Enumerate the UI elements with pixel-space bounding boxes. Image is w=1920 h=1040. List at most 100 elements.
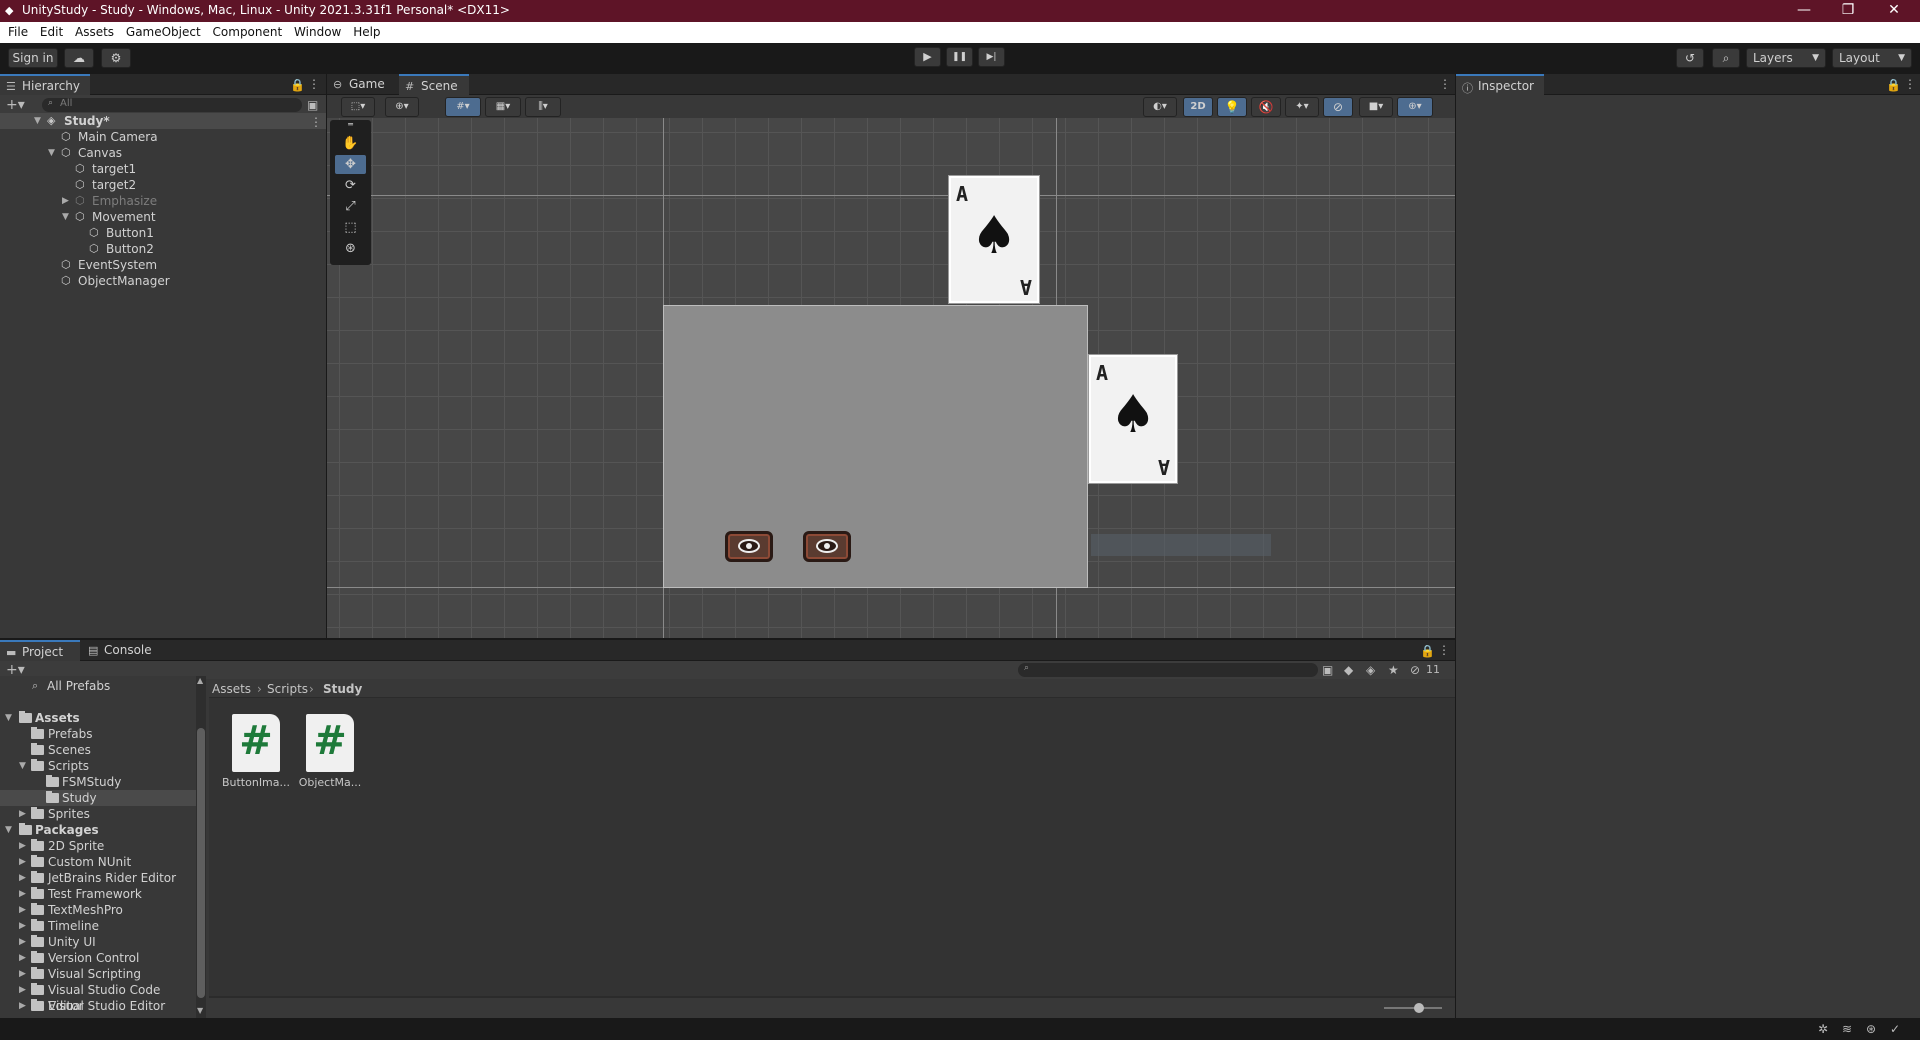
tree-item[interactable]: ▶ Visual Scripting [0, 966, 196, 982]
menu-edit[interactable]: Edit [32, 22, 63, 39]
lighting-icon[interactable]: 💡 [1217, 97, 1247, 117]
increment-snap-icon[interactable]: ⫼▾ [525, 97, 561, 117]
expand-arrow-icon[interactable]: ▼ [48, 145, 55, 161]
tree-scrollbar[interactable]: ▲ ▼ [196, 676, 206, 1018]
hidden-objects-icon[interactable]: ⊘ [1323, 97, 1353, 117]
menu-gameobject[interactable]: GameObject [118, 22, 201, 39]
lock-icon[interactable]: 🔒 [290, 78, 305, 92]
kebab-menu-icon[interactable]: ⋮ [1904, 77, 1916, 91]
collapse-arrow-icon[interactable]: ▶ [19, 838, 26, 854]
zoom-slider-track[interactable] [1384, 1007, 1442, 1009]
breadcrumb-item[interactable]: Scripts [267, 682, 308, 696]
hierarchy-row[interactable]: ⬡ Button2 [0, 241, 326, 257]
scrollbar-thumb[interactable] [197, 728, 205, 998]
tree-item[interactable]: ▶ 2D Sprite [0, 838, 196, 854]
restore-button[interactable]: ❐ [1826, 0, 1870, 22]
menu-window[interactable]: Window [286, 22, 341, 39]
kebab-menu-icon[interactable]: ⋮ [310, 114, 322, 130]
button2-image[interactable] [803, 531, 851, 562]
collapse-arrow-icon[interactable]: ▶ [19, 982, 26, 998]
tab-project[interactable]: ▬ Project [0, 640, 80, 661]
cloud-icon[interactable]: ☁ [64, 48, 94, 68]
step-button[interactable]: ▶| [978, 47, 1005, 67]
tree-item[interactable]: ▶ TextMeshPro [0, 902, 196, 918]
tree-item[interactable]: Prefabs [0, 726, 196, 742]
tree-item[interactable]: ▶ Sprites [0, 806, 196, 822]
drag-handle[interactable]: ═ [335, 121, 366, 129]
menu-help[interactable]: Help [345, 22, 380, 39]
star-icon[interactable]: ★ [1388, 663, 1399, 677]
project-search-input[interactable]: ⌕ [1018, 663, 1318, 677]
hierarchy-search-input[interactable]: ⌕ All [42, 98, 302, 112]
kebab-menu-icon[interactable]: ⋮ [1438, 643, 1450, 657]
play-button[interactable]: ▶ [914, 47, 941, 67]
close-button[interactable]: ✕ [1872, 0, 1916, 22]
move-tool-icon[interactable]: ✥ [335, 155, 366, 174]
tree-item[interactable]: FSMStudy [0, 774, 196, 790]
sign-in-button[interactable]: Sign in [8, 48, 58, 68]
hidden-packages-icon[interactable]: ⊘ [1410, 663, 1420, 677]
hierarchy-row[interactable]: ⬡ Button1 [0, 225, 326, 241]
debug-icon[interactable]: ✲ [1818, 1022, 1828, 1036]
tree-item-assets[interactable]: ▼ Assets [0, 710, 196, 726]
tree-item[interactable]: Scenes [0, 742, 196, 758]
layout-dropdown[interactable]: Layout ▼ [1832, 48, 1912, 68]
collapse-arrow-icon[interactable]: ▶ [19, 806, 26, 822]
menu-component[interactable]: Component [205, 22, 283, 39]
tab-inspector[interactable]: ⓘ Inspector [1456, 74, 1544, 95]
tab-scene[interactable]: # Scene [399, 74, 469, 95]
collapse-arrow-icon[interactable]: ▶ [19, 966, 26, 982]
hierarchy-row-scene[interactable]: ▼ ◈ Study* ⋮ [0, 113, 326, 129]
tab-game[interactable]: ⊖ Game [327, 74, 399, 95]
tree-item-packages[interactable]: ▼ Packages [0, 822, 196, 838]
gizmos-icon[interactable]: ⊕▾ [1397, 97, 1433, 117]
shading-icon[interactable]: ◐▾ [1143, 97, 1177, 117]
tree-item[interactable]: ▶ Visual Studio Code Editor [0, 982, 196, 1013]
menu-file[interactable]: File [0, 22, 28, 39]
all-prefabs-item[interactable]: ⌕ All Prefabs [0, 678, 196, 694]
snap-grid-icon[interactable]: #▾ [445, 97, 481, 117]
lighting-bake-icon[interactable]: ⊛ [1866, 1022, 1876, 1036]
breadcrumb-item[interactable]: Assets [212, 682, 251, 696]
search-options-icon[interactable]: ▣ [307, 98, 318, 112]
tree-item[interactable]: ▶ Visual Studio Editor [0, 998, 196, 1014]
zoom-slider-thumb[interactable] [1414, 1003, 1424, 1013]
button1-image[interactable] [725, 531, 773, 562]
script-file[interactable]: # ButtonIma... [219, 714, 293, 789]
expand-arrow-icon[interactable]: ▼ [5, 822, 12, 838]
scroll-down-icon[interactable]: ▼ [197, 1006, 203, 1015]
global-icon[interactable]: ⊕▾ [385, 97, 419, 117]
expand-arrow-icon[interactable]: ▼ [5, 710, 12, 726]
collapse-arrow-icon[interactable]: ▶ [19, 950, 26, 966]
collapse-arrow-icon[interactable]: ▶ [19, 902, 26, 918]
collapse-arrow-icon[interactable]: ▶ [19, 870, 26, 886]
hand-tool-icon[interactable]: ✋ [335, 134, 366, 153]
search-by-type-icon[interactable]: ▣ [1322, 663, 1333, 677]
tree-item[interactable]: ▶ Version Control [0, 950, 196, 966]
hierarchy-row[interactable]: ▼ ⬡ Canvas [0, 145, 326, 161]
collapse-arrow-icon[interactable]: ▶ [19, 854, 26, 870]
draw-mode-icon[interactable]: ⬚▾ [341, 97, 375, 117]
card-target2[interactable]: A ♠ A [1089, 355, 1177, 483]
hierarchy-row[interactable]: ▶ ⬡ Emphasize [0, 193, 326, 209]
hierarchy-row[interactable]: ⬡ target1 [0, 161, 326, 177]
label-icon[interactable]: ◈ [1366, 663, 1375, 677]
collapse-arrow-icon[interactable]: ▶ [19, 886, 26, 902]
minimize-button[interactable]: — [1782, 0, 1826, 22]
audio-icon[interactable]: 🔇 [1251, 97, 1281, 117]
history-icon[interactable]: ↺ [1676, 48, 1704, 68]
scroll-up-icon[interactable]: ▲ [197, 676, 203, 685]
search-icon[interactable]: ⌕ [1712, 48, 1740, 68]
check-icon[interactable]: ✓ [1890, 1022, 1900, 1036]
tree-item-selected[interactable]: Study [0, 790, 196, 806]
tab-console[interactable]: ▤ Console [82, 640, 162, 661]
rect-tool-icon[interactable]: ⬚ [335, 218, 366, 237]
canvas-rect[interactable] [663, 305, 1088, 588]
kebab-menu-icon[interactable]: ⋮ [1439, 77, 1451, 91]
hierarchy-row[interactable]: ⬡ EventSystem [0, 257, 326, 273]
transform-tool-icon[interactable]: ⊛ [335, 239, 366, 258]
expand-arrow-icon[interactable]: ▼ [34, 113, 41, 129]
collapse-arrow-icon[interactable]: ▶ [19, 934, 26, 950]
hierarchy-row[interactable]: ⬡ target2 [0, 177, 326, 193]
lock-icon[interactable]: 🔒 [1886, 78, 1901, 92]
